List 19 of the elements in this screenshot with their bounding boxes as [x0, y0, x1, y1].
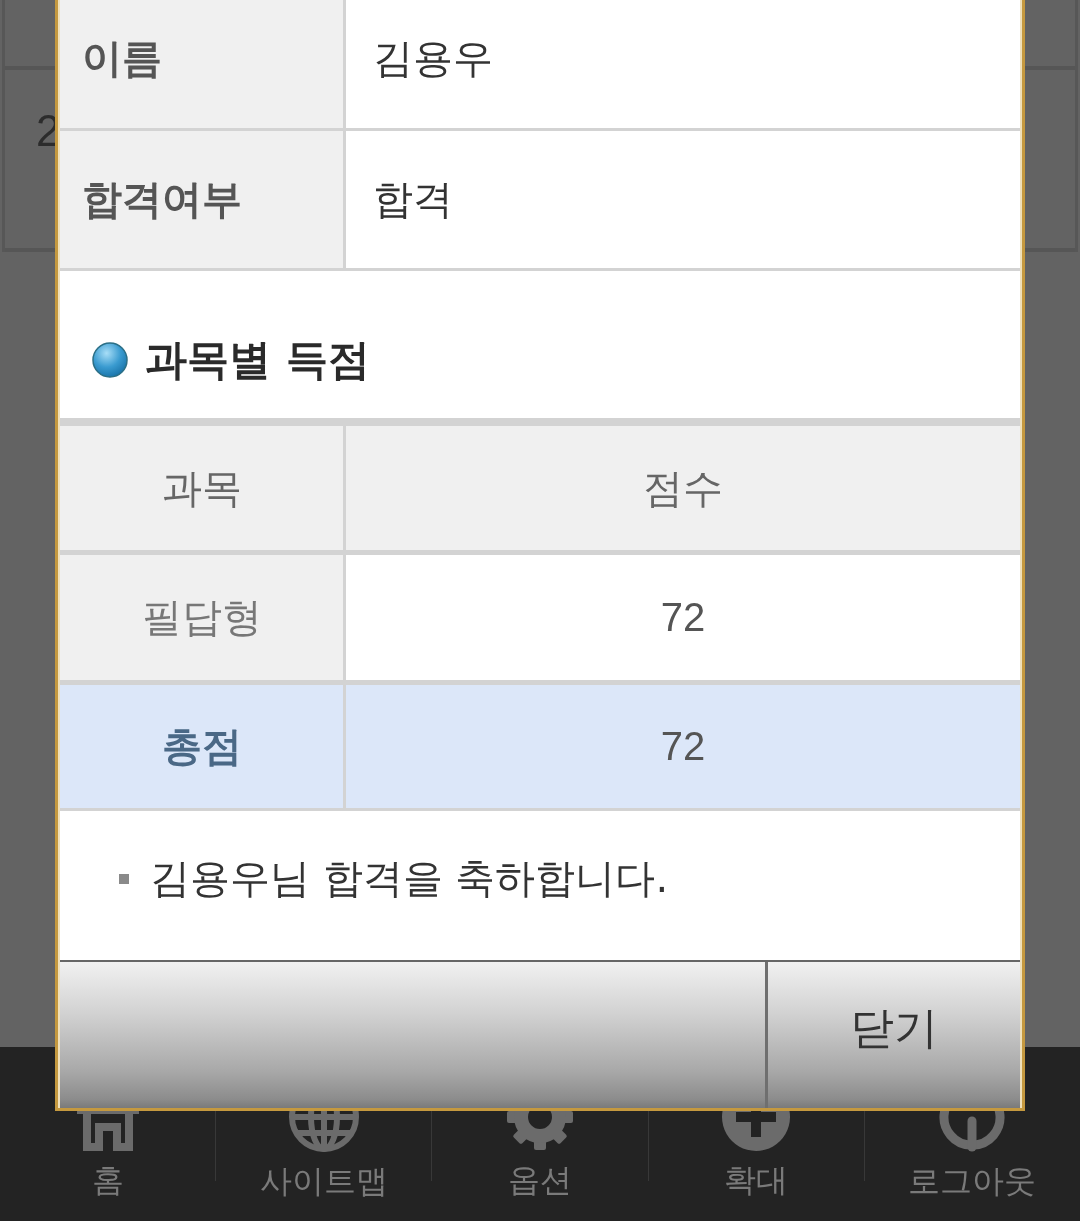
section-title: 과목별 득점 — [145, 334, 370, 386]
globe-icon — [288, 1111, 359, 1152]
value-cell-text: 합격 — [372, 175, 454, 224]
circle-bullet-icon — [92, 342, 128, 378]
total-score-cell: 72 — [346, 685, 1020, 808]
nav-button[interactable]: 사이트맵 — [216, 1047, 432, 1221]
column-header: 과목 — [60, 426, 346, 550]
power-icon — [939, 1111, 1006, 1152]
close-button[interactable]: 닫기 — [765, 962, 1020, 1108]
square-bullet-icon — [119, 873, 129, 884]
subject-cell: 필답형 — [60, 555, 346, 680]
label-cell: 이름 — [60, 0, 346, 128]
nav-button[interactable]: 홈 — [0, 1047, 216, 1221]
total-label-cell: 총점 — [60, 685, 346, 808]
label-cell: 합격여부 — [60, 131, 346, 268]
column-header: 점수 — [346, 426, 1020, 550]
message-text: 김용우님 합격을 축하합니다. — [150, 854, 669, 903]
home-icon — [76, 1111, 139, 1151]
value-cell-text: 김용우 — [372, 34, 494, 83]
